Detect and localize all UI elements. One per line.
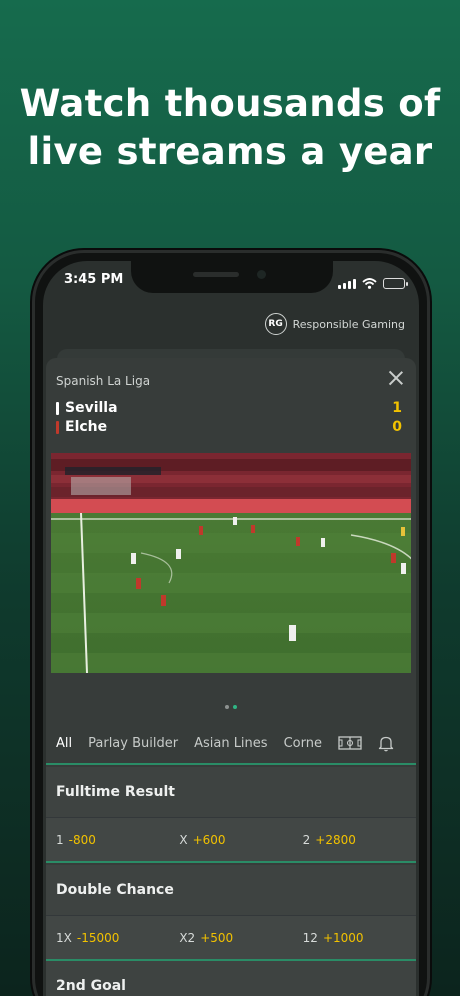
option-label: X2 <box>179 930 196 945</box>
odds-button-12[interactable]: 12 +1000 <box>293 931 416 945</box>
odds-button-away[interactable]: 2 +2800 <box>293 833 416 847</box>
headline-line-2: live streams a year <box>27 130 433 173</box>
option-odds: +1000 <box>322 930 364 945</box>
tab-parlay-builder[interactable]: Parlay Builder <box>88 736 178 751</box>
phone-frame: 3:45 PM RG Responsible Gaming Spanish La… <box>32 250 430 996</box>
market-2nd-goal[interactable]: 2nd Goal <box>46 961 416 996</box>
responsible-gaming-link[interactable]: RG Responsible Gaming <box>264 313 405 335</box>
headline-line-1: Watch thousands of <box>19 82 441 125</box>
front-camera <box>257 270 266 279</box>
market-title: Fulltime Result <box>46 767 416 817</box>
odds-button-x2[interactable]: X2 +500 <box>169 931 292 945</box>
market-title: 2nd Goal <box>46 961 416 996</box>
speaker-grille <box>193 272 239 277</box>
video-frame <box>51 453 411 673</box>
away-team: Elche <box>56 419 107 435</box>
battery-icon <box>383 278 408 289</box>
option-odds: +2800 <box>315 832 356 847</box>
home-score: 1 <box>392 400 402 416</box>
signal-icon <box>338 278 356 289</box>
option-odds: +500 <box>200 930 234 945</box>
headline: Watch thousands of live streams a year <box>0 80 460 176</box>
live-video-player[interactable] <box>51 453 411 673</box>
option-odds: -800 <box>68 832 96 847</box>
option-label: 2 <box>302 832 311 847</box>
rg-logo-icon: RG <box>264 313 287 335</box>
live-stream-card: Spanish La Liga Sevilla 1 Elche 0 All Pa… <box>46 358 416 996</box>
bell-icon[interactable] <box>378 735 394 752</box>
close-icon[interactable] <box>388 370 404 386</box>
phone-notch <box>131 261 333 293</box>
odds-button-draw[interactable]: X +600 <box>169 833 292 847</box>
market-double-chance: Double Chance 1X -15000 X2 +500 12 +1000 <box>46 865 416 961</box>
option-label: 12 <box>302 930 318 945</box>
tab-all[interactable]: All <box>56 736 72 751</box>
wifi-icon <box>362 274 377 293</box>
home-team-name: Sevilla <box>65 400 118 416</box>
phone-screen: 3:45 PM RG Responsible Gaming Spanish La… <box>43 261 419 996</box>
away-score: 0 <box>392 419 402 435</box>
market-title: Double Chance <box>46 865 416 915</box>
option-odds: +600 <box>192 832 226 847</box>
carousel-dot-active[interactable] <box>233 705 237 709</box>
away-team-name: Elche <box>65 419 108 435</box>
option-odds: -15000 <box>76 930 120 945</box>
home-team-color-bar <box>56 401 59 415</box>
home-team: Sevilla <box>56 400 118 416</box>
responsible-gaming-label: Responsible Gaming <box>292 317 405 331</box>
market-fulltime-result: Fulltime Result 1 -800 X +600 2 +2800 <box>46 767 416 863</box>
league-name: Spanish La Liga <box>56 374 151 388</box>
pitch-icon[interactable] <box>338 736 362 750</box>
market-options-row: 1X -15000 X2 +500 12 +1000 <box>46 915 416 961</box>
odds-button-1x[interactable]: 1X -15000 <box>46 931 169 945</box>
tab-corners[interactable]: Corne <box>284 736 322 751</box>
away-team-color-bar <box>56 420 59 434</box>
carousel-dot[interactable] <box>225 705 229 709</box>
odds-button-home[interactable]: 1 -800 <box>46 833 169 847</box>
market-options-row: 1 -800 X +600 2 +2800 <box>46 817 416 863</box>
tab-asian-lines[interactable]: Asian Lines <box>194 736 267 751</box>
option-label: X <box>179 832 188 847</box>
market-tabs: All Parlay Builder Asian Lines Corne <box>46 723 416 765</box>
option-label: 1 <box>56 832 64 847</box>
option-label: 1X <box>56 930 72 945</box>
status-icons <box>338 274 408 293</box>
carousel-dots[interactable] <box>46 705 416 709</box>
status-time: 3:45 PM <box>64 272 124 287</box>
